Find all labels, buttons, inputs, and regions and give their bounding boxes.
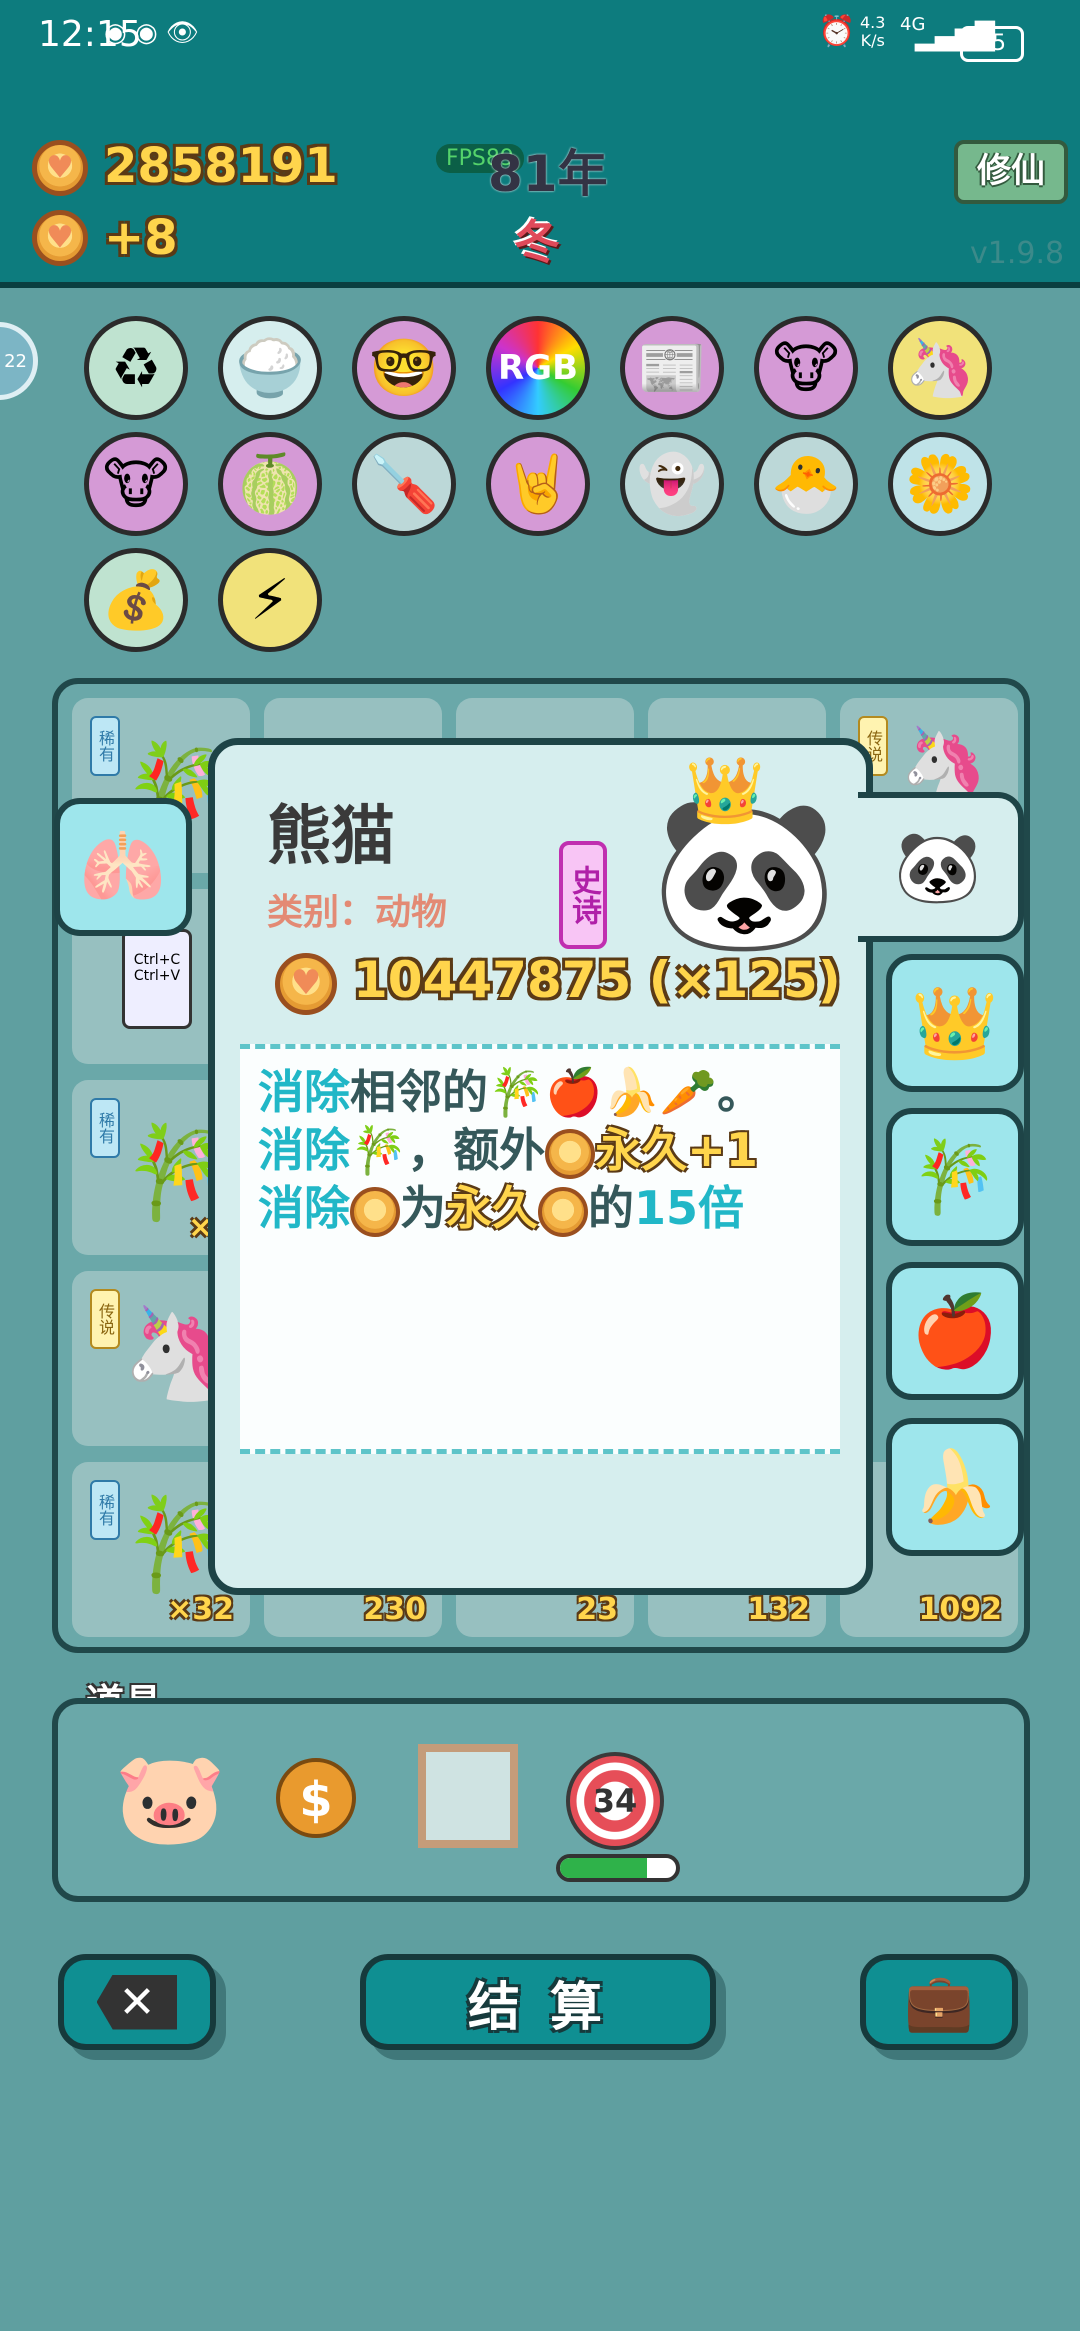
- tile-count: 23: [576, 1592, 618, 1627]
- target-progress-fill: [560, 1858, 647, 1878]
- bamboo-icon: 🎋: [488, 1065, 546, 1119]
- sack-icon[interactable]: 💰: [84, 548, 188, 652]
- recycle-icon[interactable]: ♻: [84, 316, 188, 420]
- apple-button[interactable]: 🍎: [886, 1262, 1024, 1400]
- coin-icon: [32, 140, 88, 196]
- season-label: 冬: [514, 215, 560, 269]
- dollar-coin-icon[interactable]: $: [276, 1758, 356, 1838]
- rarity-tag: 稀有: [90, 1480, 120, 1540]
- rarity-tag: 稀有: [90, 1098, 120, 1158]
- rice-bowl-icon[interactable]: 🍚: [218, 316, 322, 420]
- description-box: 消除相邻的🎋🍎🍌🥕。 消除🎋，额外 永久+1 消除 为永久 的15倍: [240, 1044, 840, 1454]
- target-counter-icon[interactable]: 34: [566, 1752, 664, 1850]
- time-magazine-icon[interactable]: 📰: [620, 316, 724, 420]
- crown-icon: 👑: [685, 754, 765, 828]
- chick-egg-icon[interactable]: 🐣: [754, 432, 858, 536]
- unicorn-icon[interactable]: 🦄: [888, 316, 992, 420]
- desc-line-3: 消除 为永久 的15倍: [258, 1181, 745, 1237]
- briefcase-icon: 💼: [904, 1970, 974, 2035]
- item-name: 熊猫: [267, 800, 395, 874]
- item-category: 类别：动物: [267, 892, 448, 933]
- carrot-icon: 🥕: [659, 1065, 718, 1119]
- rarity-badge: 史诗: [559, 841, 607, 949]
- discard-button[interactable]: ✕: [58, 1954, 216, 2050]
- pomelo-icon[interactable]: 🍈: [218, 432, 322, 536]
- briefcase-button[interactable]: 💼: [860, 1954, 1018, 2050]
- coins-total: 2858191: [104, 138, 338, 194]
- coin-icon-rate: [32, 210, 88, 266]
- settle-button[interactable]: 结 算: [360, 1954, 716, 2050]
- cultivate-button[interactable]: 修仙: [954, 140, 1068, 204]
- panda-tab[interactable]: 🐼: [858, 792, 1024, 942]
- rarity-tag: 稀有: [90, 716, 120, 776]
- year-label: 81年: [488, 145, 608, 203]
- notification-icon: ◉ ◉ 👁: [104, 18, 199, 48]
- banana-icon: 🍌: [602, 1065, 660, 1119]
- coin-icon: [275, 953, 337, 1015]
- panda-icon: 🐼: [894, 825, 982, 908]
- apple-icon: 🍎: [545, 1065, 603, 1119]
- owned-items-area: ♻ 🍚 🤓 RGB 📰 🐮 🦄 🐮 🍈 🪛 🤘 👻 🐣 🌼 💰 ⚡: [0, 288, 1080, 668]
- tile-count: ×32: [167, 1592, 234, 1627]
- crown-icon: 👑: [911, 981, 999, 1064]
- apple-icon: 🍎: [911, 1289, 999, 1372]
- net-speed: 4.3 K/s: [860, 13, 886, 50]
- rock-hand-icon[interactable]: 🤘: [486, 432, 590, 536]
- bamboo-button[interactable]: 🎋: [886, 1108, 1024, 1246]
- item-value: 10447875 (×125): [353, 951, 841, 1009]
- lightning-coin-icon[interactable]: ⚡: [218, 548, 322, 652]
- coin-icon: [545, 1128, 596, 1179]
- version-label: v1.9.8: [970, 236, 1065, 271]
- cow-card-icon[interactable]: 🐮: [754, 316, 858, 420]
- target-progress-bar: [556, 1854, 680, 1882]
- crown-button[interactable]: 👑: [886, 954, 1024, 1092]
- ghost-icon[interactable]: 👻: [620, 432, 724, 536]
- banana-icon: 🍌: [911, 1445, 999, 1528]
- coins-rate: +8: [104, 210, 178, 266]
- tile-count: 230: [363, 1592, 426, 1627]
- battery-icon: 55: [960, 26, 1024, 62]
- close-icon: ✕: [96, 1974, 178, 2030]
- flower-pot-icon[interactable]: 🌼: [888, 432, 992, 536]
- desc-line-2: 消除🎋，额外 永久+1: [258, 1123, 758, 1179]
- top-header: 12:15 ◉ ◉ 👁 ⏰ 4.3K/s 4G ▂▄▆█ 55 2858191 …: [0, 0, 1080, 288]
- coin-icon: [538, 1186, 588, 1237]
- tile-count: 132: [747, 1592, 810, 1627]
- bamboo-icon: 🎋: [350, 1123, 408, 1177]
- desc-line-1: 消除相邻的🎋🍎🍌🥕。: [258, 1065, 764, 1119]
- tools-panel: 🐷 $ 34: [52, 1698, 1030, 1902]
- math-head-icon[interactable]: 🤓: [352, 316, 456, 420]
- liver-button[interactable]: 🫁: [54, 798, 192, 936]
- frame-icon[interactable]: [418, 1744, 518, 1848]
- alarm-icon: ⏰: [818, 14, 856, 49]
- rgb-ball-icon[interactable]: RGB: [486, 316, 590, 420]
- screwdriver-icon[interactable]: 🪛: [352, 432, 456, 536]
- rarity-tag-legend: 传说: [90, 1289, 120, 1349]
- cow-card-icon-2[interactable]: 🐮: [84, 432, 188, 536]
- liver-icon: 🫁: [79, 825, 167, 908]
- piggy-bank-icon[interactable]: 🐷: [114, 1746, 226, 1851]
- tile-count: 1092: [918, 1592, 1003, 1627]
- coin-icon: [350, 1186, 400, 1237]
- bamboo-icon: 🎋: [911, 1135, 999, 1218]
- banana-button[interactable]: 🍌: [886, 1418, 1024, 1556]
- copy-paste-card: Ctrl+C Ctrl+V: [122, 929, 192, 1029]
